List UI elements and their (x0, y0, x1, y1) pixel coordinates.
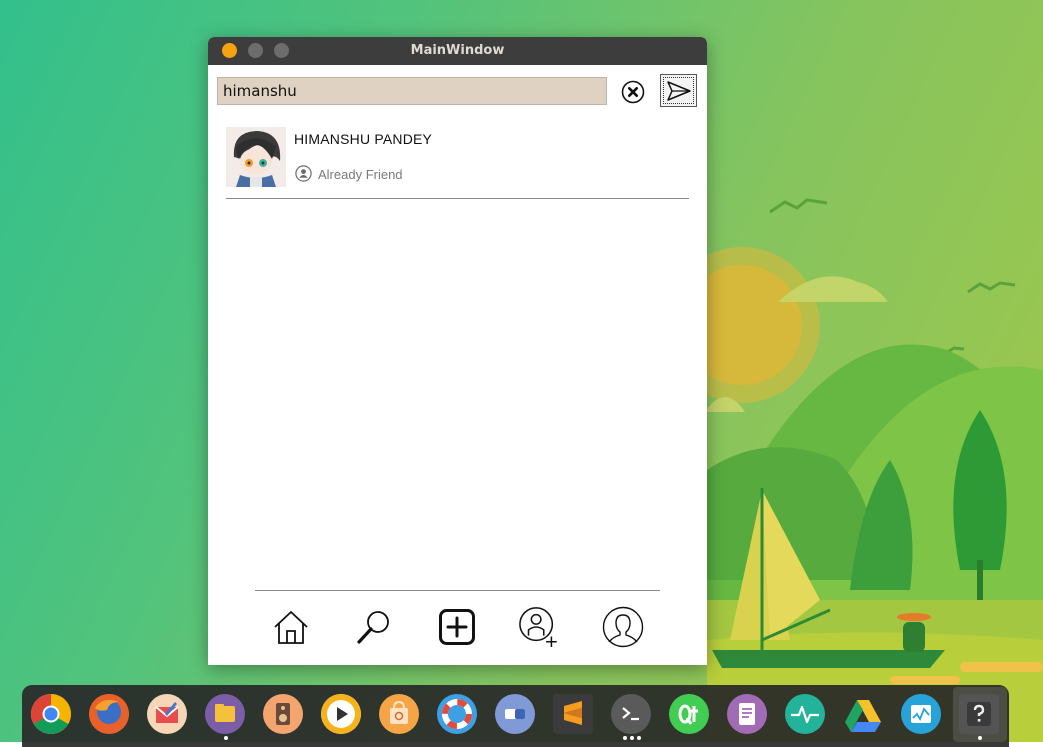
dock-google-drive[interactable] (843, 694, 883, 734)
send-search-button[interactable] (660, 74, 697, 107)
running-indicator (637, 736, 641, 740)
nav-add-friend-button[interactable] (518, 606, 560, 648)
search-result-item[interactable]: HIMANSHU PANDEY Already Friend (226, 127, 689, 199)
result-name: HIMANSHU PANDEY (294, 131, 433, 147)
dock-unknown-app[interactable] (959, 694, 999, 734)
dock-system-monitor[interactable] (785, 694, 825, 734)
friend-status-label: Already Friend (318, 167, 403, 182)
dock-sublime-text[interactable] (553, 694, 593, 734)
chrome-icon (31, 694, 71, 734)
add-square-icon (439, 609, 475, 645)
toggle-icon (505, 709, 525, 719)
window-titlebar[interactable]: MainWindow (208, 37, 707, 65)
add-user-icon (519, 607, 557, 648)
dock (22, 685, 1009, 747)
shopping-bag-icon (390, 700, 408, 724)
divider (226, 198, 689, 199)
dock-toggle[interactable] (495, 694, 535, 734)
main-window: MainWindow himanshu HIMANSHU PANDEY Alre… (208, 37, 707, 665)
dock-help[interactable] (437, 694, 477, 734)
nav-search-button[interactable] (353, 606, 395, 648)
pulse-icon (791, 705, 819, 724)
monitor-graph-icon (911, 705, 931, 723)
dock-qt-creator[interactable] (669, 694, 709, 734)
dock-firefox[interactable] (89, 694, 129, 734)
dock-files[interactable] (205, 694, 245, 734)
qt-icon (678, 704, 698, 725)
running-indicator (978, 736, 982, 740)
send-icon (666, 80, 691, 101)
lifebuoy-icon (442, 699, 472, 729)
play-icon (321, 694, 361, 734)
divider (255, 590, 660, 591)
google-drive-icon (845, 700, 881, 732)
dock-monitor[interactable] (901, 694, 941, 734)
search-input[interactable] (217, 77, 607, 105)
search-icon (357, 611, 389, 644)
running-indicator (630, 736, 634, 740)
avatar (226, 127, 286, 187)
nav-add-post-button[interactable] (436, 606, 478, 648)
close-circle-icon (621, 80, 645, 104)
question-icon (967, 702, 991, 726)
profile-icon (602, 606, 644, 648)
running-indicator (623, 736, 627, 740)
dock-text-editor[interactable] (727, 694, 767, 734)
anime-avatar-image (226, 127, 286, 187)
running-indicator (224, 736, 228, 740)
speaker-icon (276, 703, 290, 725)
dock-music[interactable] (263, 694, 303, 734)
home-icon (274, 611, 308, 644)
dock-mail[interactable] (147, 694, 187, 734)
dock-terminal[interactable] (611, 694, 651, 734)
mail-icon (155, 702, 179, 723)
user-icon (295, 165, 312, 182)
firefox-icon (89, 694, 129, 734)
window-title: MainWindow (410, 43, 505, 58)
dock-video-player[interactable] (321, 694, 361, 734)
nav-home-button[interactable] (270, 606, 312, 648)
document-icon (739, 703, 755, 725)
dock-chrome[interactable] (31, 694, 71, 734)
clear-search-button[interactable] (621, 80, 645, 104)
dock-software-center[interactable] (379, 694, 419, 734)
sublime-text-icon (564, 701, 582, 725)
nav-profile-button[interactable] (602, 606, 644, 648)
terminal-icon (622, 707, 639, 721)
folder-icon (215, 704, 235, 722)
